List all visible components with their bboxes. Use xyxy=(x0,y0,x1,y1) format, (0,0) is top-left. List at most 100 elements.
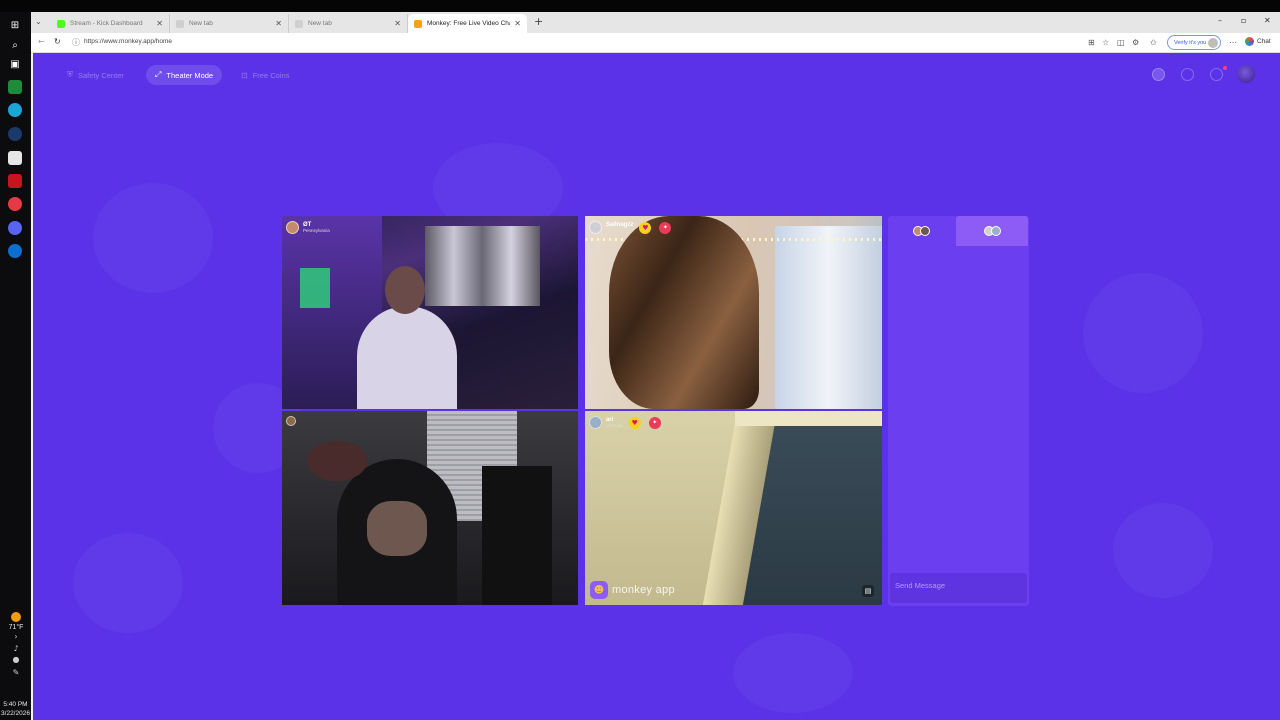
discord-icon[interactable] xyxy=(8,221,22,235)
minimize-icon[interactable]: – xyxy=(1218,16,1222,25)
participant-name: Sallnagzz xyxy=(606,221,634,228)
video-frame xyxy=(307,441,367,481)
video-frame xyxy=(735,411,882,426)
close-icon[interactable]: ✕ xyxy=(514,19,521,28)
xbox-app-icon[interactable] xyxy=(8,80,22,94)
tab-bar: ⌄ Stream - Kick Dashboard ✕ New tab ✕ Ne… xyxy=(31,12,1280,33)
tab-actions-chevron-icon[interactable]: ⌄ xyxy=(35,17,42,26)
avatar xyxy=(919,226,930,236)
profile-avatar xyxy=(1208,38,1219,48)
participant-location: Vermont xyxy=(606,227,623,233)
windows-taskbar: ⊞ ⌕ ▣ 71°F › ♪ ● ✎ 5:40 PM 3/22/2026 xyxy=(0,12,31,720)
maximize-icon[interactable]: ▫ xyxy=(1241,16,1246,25)
refresh-icon[interactable]: ↻ xyxy=(54,37,61,46)
copilot-chat-button[interactable]: Chat xyxy=(1245,37,1271,46)
bg-decoration xyxy=(1083,273,1203,393)
weather-widget[interactable]: 71°F xyxy=(4,612,28,631)
clock-date: 3/22/2026 xyxy=(1,710,30,717)
video-frame xyxy=(609,216,759,409)
volume-icon[interactable]: ♪ xyxy=(6,644,26,653)
sun-icon xyxy=(11,612,21,622)
bg-decoration xyxy=(1113,503,1213,598)
back-arrow-icon[interactable]: ← xyxy=(38,37,45,46)
pen-icon[interactable]: ✎ xyxy=(6,668,26,677)
edge-browser-icon[interactable] xyxy=(8,103,22,117)
chat-tab-group-2[interactable] xyxy=(956,216,1028,246)
video-tile[interactable] xyxy=(282,411,578,605)
video-frame xyxy=(357,306,457,409)
chat-panel: Send Message xyxy=(888,216,1029,606)
video-tile[interactable]: ari Vermont ♥ ✦ ☻ monkey app ▤ xyxy=(585,411,882,605)
safety-center-label: Safety Center xyxy=(78,70,124,80)
video-tile[interactable]: ØT Pennsylvania xyxy=(282,216,578,409)
theater-mode-label: Theater Mode xyxy=(166,70,214,80)
participant-location: Vermont xyxy=(606,422,623,428)
close-icon[interactable]: ✕ xyxy=(156,19,163,28)
clock-time: 5:40 PM xyxy=(3,701,28,708)
heart-icon[interactable]: ♥ xyxy=(639,221,652,234)
window-close-icon[interactable]: ✕ xyxy=(1264,16,1271,25)
participant-avatar xyxy=(286,416,296,426)
video-frame xyxy=(367,501,427,556)
video-frame xyxy=(425,226,540,306)
new-tab-plus-icon[interactable]: + xyxy=(534,15,543,28)
mic-icon[interactable]: ● xyxy=(6,655,26,664)
verify-profile-button[interactable]: Verify it's you xyxy=(1167,35,1222,50)
video-tile[interactable]: Sallnagzz Vermont ♥ ✦ xyxy=(585,216,882,409)
participant-location: Pennsylvania xyxy=(303,227,330,233)
acrobat-icon[interactable] xyxy=(8,174,22,188)
participant-tag: ØT Pennsylvania xyxy=(286,221,330,234)
messages-icon[interactable] xyxy=(1210,68,1223,81)
tab-monkey[interactable]: Monkey: Free Live Video Chat ✕ xyxy=(408,14,527,33)
free-coins-link[interactable]: ⊡ Free Coins xyxy=(232,65,298,85)
search-icon[interactable]: ⌕ xyxy=(8,38,22,52)
gift-icon[interactable]: ✦ xyxy=(659,221,672,234)
close-icon[interactable]: ✕ xyxy=(275,19,282,28)
heart-icon[interactable]: ♥ xyxy=(628,416,641,429)
tab-new-2[interactable]: New tab ✕ xyxy=(289,14,408,33)
browser-window: ⌄ Stream - Kick Dashboard ✕ New tab ✕ Ne… xyxy=(31,12,1280,720)
participant-avatar xyxy=(589,416,602,429)
safety-center-link[interactable]: ⛨ Safety Center xyxy=(58,65,133,85)
favorites-icon[interactable]: ✩ xyxy=(1150,38,1157,47)
new-tab-icon xyxy=(295,19,303,28)
theater-mode-button[interactable]: ⤢ Theater Mode xyxy=(146,65,223,85)
new-tab-icon xyxy=(176,19,184,28)
split-screen-icon[interactable]: ◫ xyxy=(1117,38,1125,47)
tab-title: Stream - Kick Dashboard xyxy=(70,20,143,27)
gift-icon: ⊡ xyxy=(241,70,248,80)
participant-tag: Sallnagzz Vermont ♥ ✦ xyxy=(589,221,672,234)
close-icon[interactable]: ✕ xyxy=(394,19,401,28)
fullscreen-icon[interactable]: ▤ xyxy=(862,585,874,597)
more-menu-icon[interactable]: ⋯ xyxy=(1229,38,1237,47)
url-field[interactable]: https://www.monkey.app/home xyxy=(84,38,172,45)
user-avatar[interactable] xyxy=(1237,65,1255,83)
tab-new-1[interactable]: New tab ✕ xyxy=(170,14,289,33)
recorder-icon[interactable] xyxy=(8,197,22,211)
participant-avatar xyxy=(589,221,602,234)
task-view-icon[interactable]: ▣ xyxy=(8,57,22,71)
weather-temp: 71°F xyxy=(8,624,24,631)
apps-grid-icon[interactable]: ⊞ xyxy=(1088,38,1095,47)
taskbar-clock[interactable]: 5:40 PM 3/22/2026 xyxy=(0,700,31,718)
participant-tag xyxy=(286,416,300,426)
steam-icon[interactable] xyxy=(8,127,22,141)
site-info-icon[interactable]: ⓘ xyxy=(72,37,80,48)
history-icon[interactable] xyxy=(1181,68,1194,81)
tab-kick-dashboard[interactable]: Stream - Kick Dashboard ✕ xyxy=(51,14,170,33)
extensions-icon[interactable]: ⚙ xyxy=(1132,38,1139,47)
chevron-up-icon[interactable]: › xyxy=(6,632,26,641)
tab-title: Monkey: Free Live Video Chat xyxy=(427,20,511,27)
coins-icon[interactable] xyxy=(1152,68,1165,81)
favorite-star-icon[interactable]: ☆ xyxy=(1102,38,1109,47)
participant-avatar xyxy=(286,221,299,234)
expand-icon: ⤢ xyxy=(155,70,162,79)
windows-start-icon[interactable]: ⊞ xyxy=(8,18,22,32)
edge-alt-icon[interactable] xyxy=(8,244,22,258)
send-message-input[interactable]: Send Message xyxy=(890,573,1027,603)
chat-tab-group-1[interactable] xyxy=(888,216,954,246)
gift-icon[interactable]: ✦ xyxy=(648,416,661,429)
video-frame xyxy=(775,226,882,409)
store-icon[interactable] xyxy=(8,151,22,165)
brand-text: monkey app xyxy=(612,584,675,596)
